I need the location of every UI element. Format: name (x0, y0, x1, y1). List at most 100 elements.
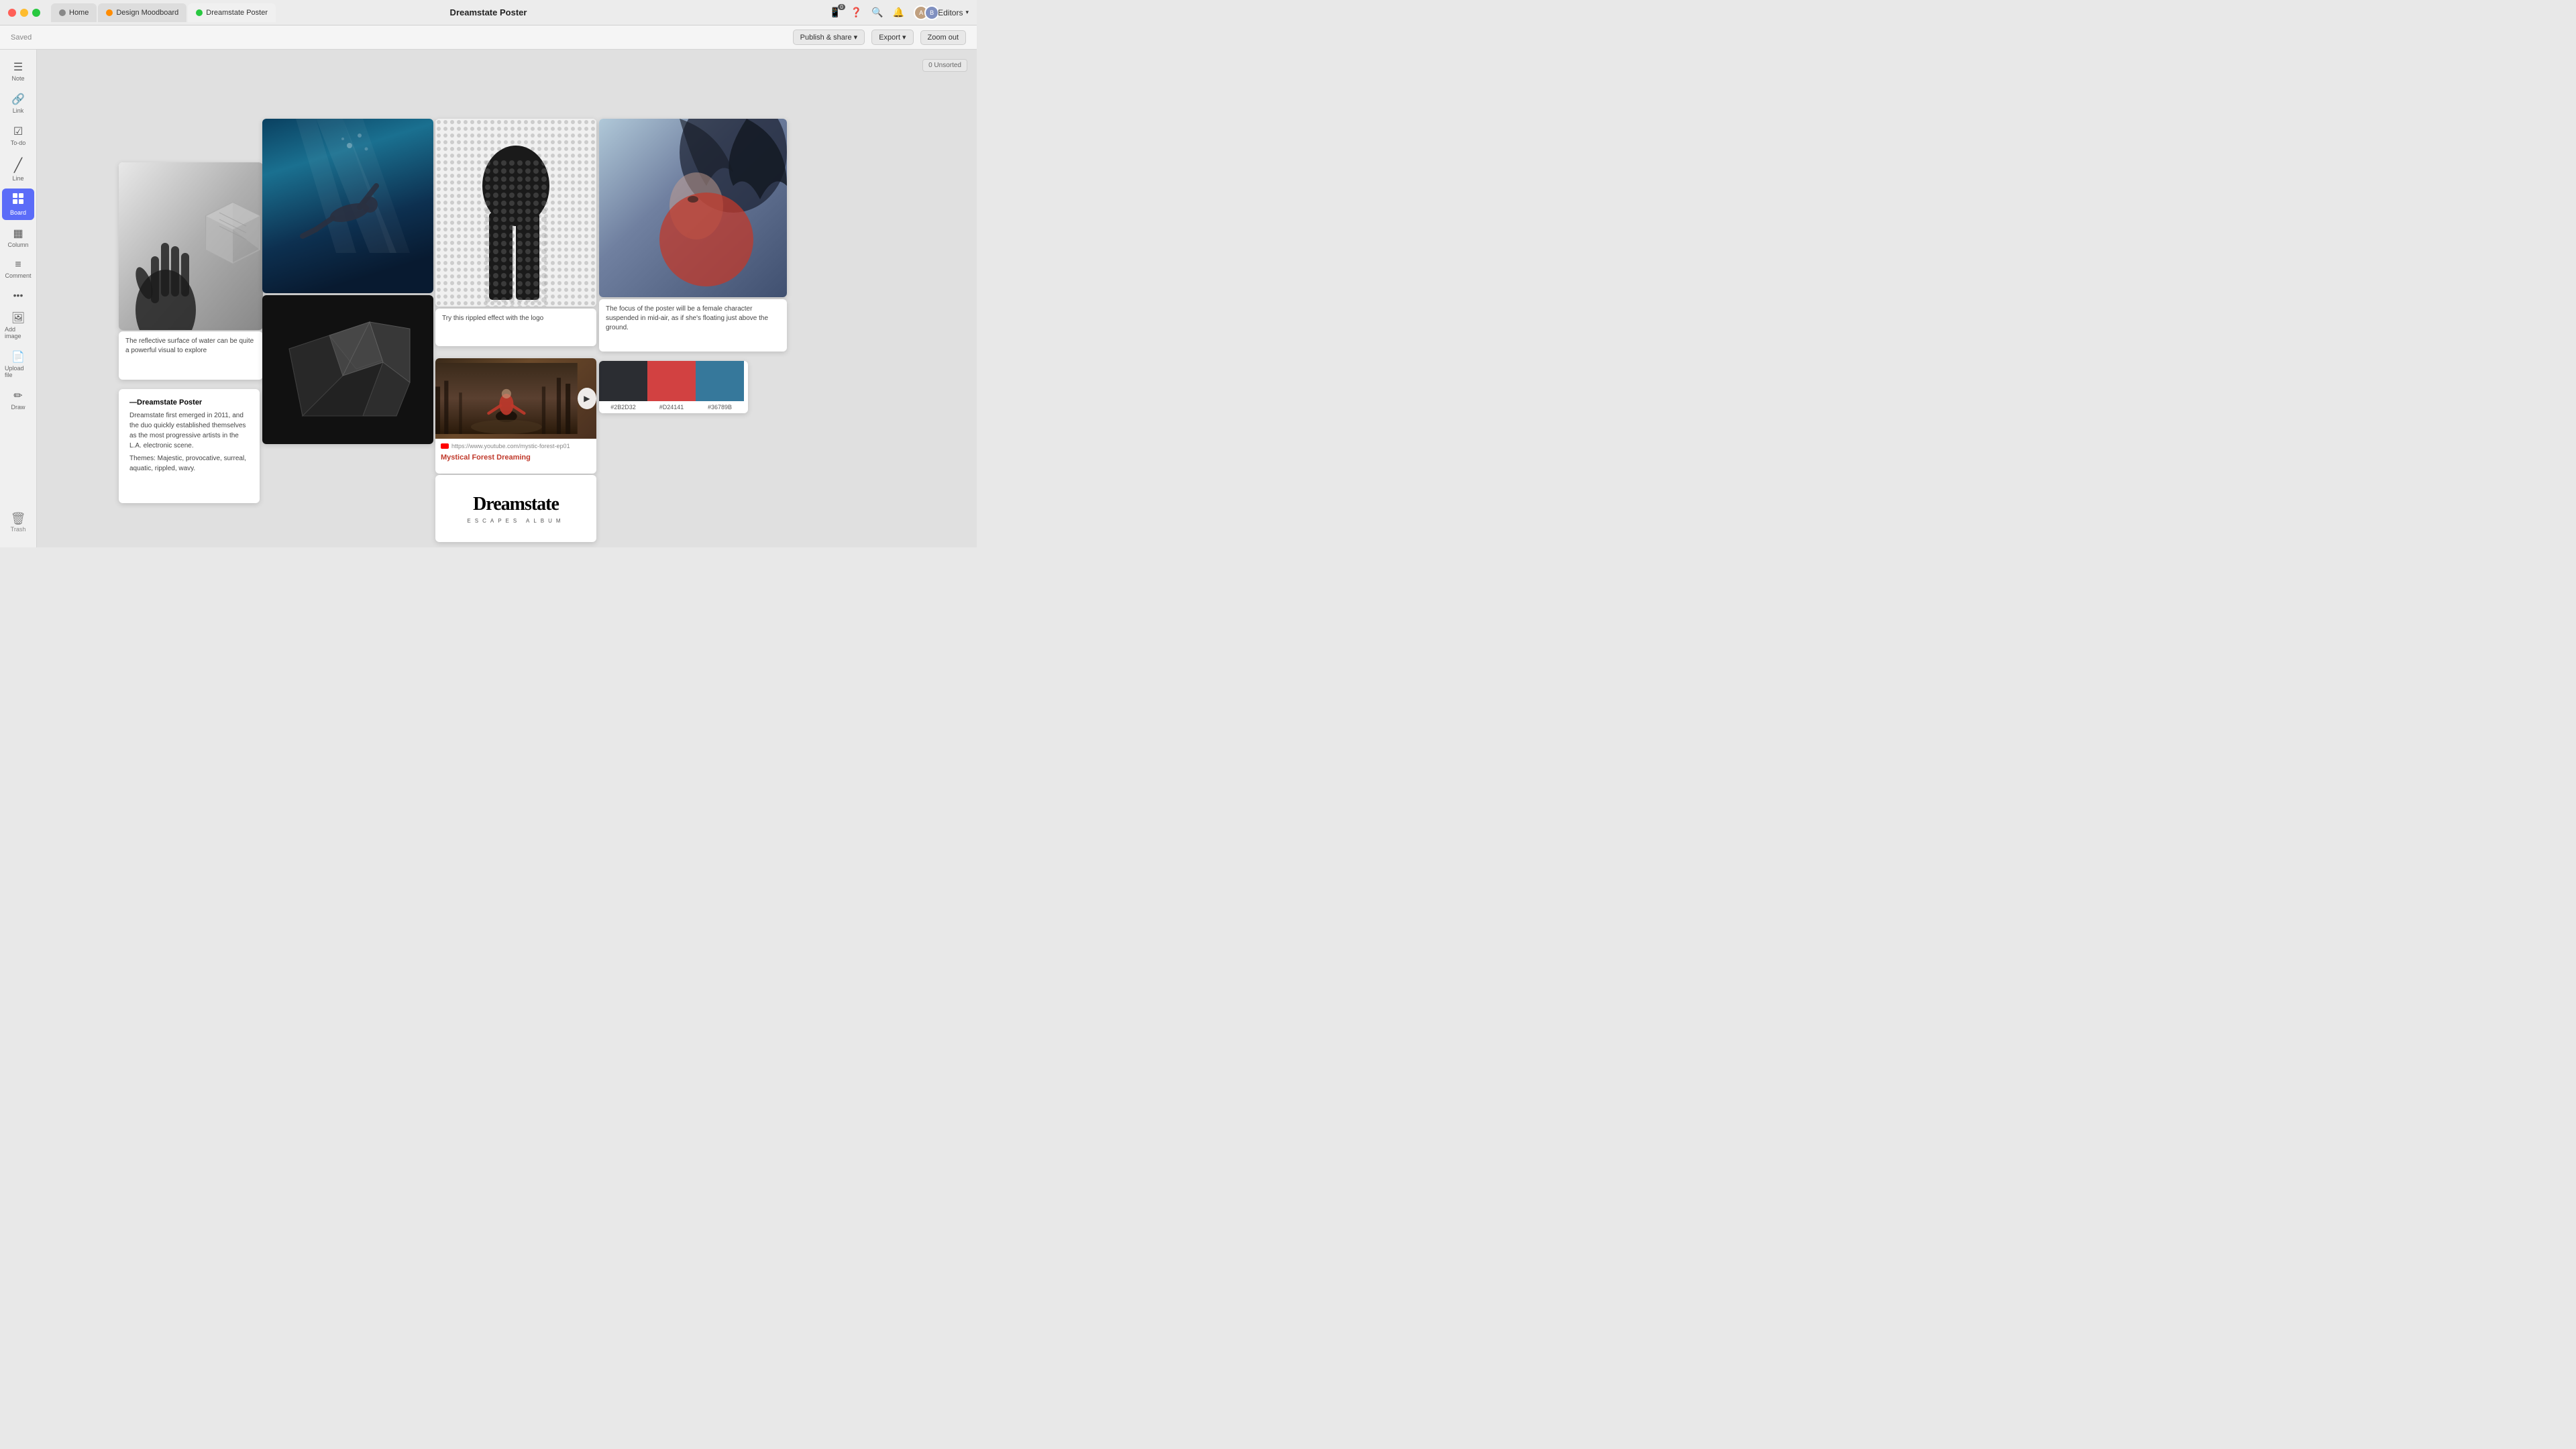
editors-button[interactable]: A B Editors ▾ (914, 5, 969, 20)
swatch-dark (599, 361, 647, 401)
sidebar-item-more[interactable]: ••• (2, 286, 34, 305)
tab-design-moodboard[interactable]: Design Moodboard (98, 3, 186, 22)
swatch-red-label: #D24141 (647, 401, 696, 413)
tab-dreamstate-poster[interactable]: Dreamstate Poster (188, 3, 276, 22)
sidebar-item-comment[interactable]: ≡ Comment (2, 255, 34, 283)
sidebar-file-label: Upload file (5, 365, 32, 378)
sidebar-draw-label: Draw (11, 404, 25, 411)
tab-design-moodboard-dot (106, 9, 113, 16)
note-icon: ☰ (13, 60, 23, 74)
portrait-image (599, 119, 787, 297)
sidebar-item-trash[interactable]: 🗑 Trash (8, 508, 29, 537)
tab-home-dot (59, 9, 66, 16)
play-button[interactable]: ▶ (578, 388, 596, 409)
document-title: Dreamstate Poster (450, 7, 527, 17)
text-card-body2: Themes: Majestic, provocative, surreal, … (129, 453, 249, 474)
unsorted-badge[interactable]: 0 Unsorted (922, 59, 967, 72)
toolbar-actions: Publish & share ▾ Export ▾ Zoom out (793, 30, 966, 45)
geometric-image (262, 295, 433, 444)
saved-status: Saved (11, 34, 32, 42)
line-icon: ╱ (14, 157, 22, 174)
avatar-stack: A B (914, 5, 935, 20)
card-color-swatches[interactable]: #2B2D32 #D24141 #36789B (599, 361, 748, 413)
card-underwater[interactable] (262, 119, 433, 293)
sidebar-item-link[interactable]: 🔗 Link (2, 89, 34, 118)
sidebar-item-draw[interactable]: ✏ Draw (2, 385, 34, 415)
add-image-icon: 🖼 (11, 311, 25, 325)
sidebar-item-add-image[interactable]: 🖼 Add image (2, 307, 34, 343)
more-icon: ••• (13, 290, 23, 301)
tab-bar: Home Design Moodboard Dreamstate Poster (51, 3, 277, 22)
device-icon[interactable]: 📱 0 (829, 7, 841, 18)
card-portrait-caption[interactable]: The focus of the poster will be a female… (599, 299, 787, 352)
sidebar-link-label: Link (13, 107, 24, 114)
swatches-row (599, 361, 748, 401)
search-icon[interactable]: 🔍 (871, 7, 883, 18)
tab-home-label: Home (69, 9, 89, 17)
notification-badge: 0 (838, 4, 845, 10)
editors-chevron-icon: ▾ (965, 9, 969, 16)
swatch-labels: #2B2D32 #D24141 #36789B (599, 401, 748, 413)
logo-subtitle: ESCAPES ALBUM (467, 518, 564, 524)
logo-title: Dreamstate (473, 494, 559, 515)
sidebar-item-upload-file[interactable]: 📄 Upload file (2, 346, 34, 382)
draw-icon: ✏ (13, 389, 22, 402)
card-logo[interactable]: Dreamstate ESCAPES ALBUM (435, 475, 596, 542)
canvas-area[interactable]: 0 Unsorted (37, 50, 977, 547)
swatch-dark-label: #2B2D32 (599, 401, 647, 413)
column-icon: ▦ (13, 227, 23, 240)
sidebar-note-label: Note (11, 75, 24, 82)
titlebar: Home Design Moodboard Dreamstate Poster … (0, 0, 977, 25)
tab-dreamstate-label: Dreamstate Poster (206, 9, 268, 17)
text-card-heading: —Dreamstate Poster (129, 398, 249, 407)
portrait-caption-text: The focus of the poster will be a female… (599, 299, 787, 338)
card-portrait[interactable] (599, 119, 787, 297)
text-card-body1: Dreamstate first emerged in 2011, and th… (129, 411, 249, 451)
close-button[interactable] (8, 9, 16, 17)
comment-icon: ≡ (15, 259, 21, 271)
card-video[interactable]: ▶ https://www.youtube.com/mystic-forest-… (435, 358, 596, 474)
trash-icon: 🗑 (11, 512, 26, 526)
sidebar-item-column[interactable]: ▦ Column (2, 223, 34, 252)
export-button[interactable]: Export ▾ (871, 30, 913, 45)
todo-icon: ☑ (13, 125, 23, 138)
halftone-image (435, 119, 596, 307)
publish-share-button[interactable]: Publish & share ▾ (793, 30, 865, 45)
sidebar-todo-label: To-do (11, 140, 26, 146)
card-halftone[interactable] (435, 119, 596, 307)
sidebar-item-line[interactable]: ╱ Line (2, 153, 34, 186)
sidebar-item-board[interactable]: Board (2, 189, 34, 220)
tab-design-moodboard-label: Design Moodboard (116, 9, 178, 17)
zoom-out-button[interactable]: Zoom out (920, 30, 966, 45)
swatch-red (647, 361, 696, 401)
card-text-description[interactable]: —Dreamstate Poster Dreamstate first emer… (119, 389, 260, 503)
tab-home[interactable]: Home (51, 3, 97, 22)
card-hand-image[interactable] (119, 162, 263, 330)
sidebar-comment-label: Comment (5, 272, 31, 279)
link-icon: 🔗 (11, 93, 25, 106)
titlebar-actions: 📱 0 ❓ 🔍 🔔 A B Editors ▾ (829, 5, 969, 20)
secondary-toolbar: Saved Publish & share ▾ Export ▾ Zoom ou… (0, 25, 977, 50)
sidebar-column-label: Column (7, 241, 28, 248)
board-icon (12, 193, 24, 208)
main-layout: ☰ Note 🔗 Link ☑ To-do ╱ Line Board (0, 50, 977, 547)
video-thumbnail: ▶ (435, 358, 596, 439)
export-chevron-icon: ▾ (902, 33, 906, 42)
card-water-caption[interactable]: The reflective surface of water can be q… (119, 331, 263, 380)
publish-chevron-icon: ▾ (854, 33, 858, 42)
underwater-image (262, 119, 433, 293)
notification-icon[interactable]: 🔔 (893, 7, 904, 18)
card-geometric[interactable] (262, 295, 433, 444)
traffic-lights (8, 9, 40, 17)
sidebar-item-todo[interactable]: ☑ To-do (2, 121, 34, 150)
sidebar-item-note[interactable]: ☰ Note (2, 56, 34, 86)
card-halftone-caption[interactable]: Try this rippled effect with the logo (435, 309, 596, 346)
fullscreen-button[interactable] (32, 9, 40, 17)
hand-image (119, 162, 263, 330)
halftone-caption-text: Try this rippled effect with the logo (435, 309, 596, 329)
minimize-button[interactable] (20, 9, 28, 17)
help-icon[interactable]: ❓ (851, 7, 862, 18)
water-caption-text: The reflective surface of water can be q… (119, 331, 263, 361)
swatch-blue (696, 361, 744, 401)
tab-dreamstate-dot (196, 9, 203, 16)
